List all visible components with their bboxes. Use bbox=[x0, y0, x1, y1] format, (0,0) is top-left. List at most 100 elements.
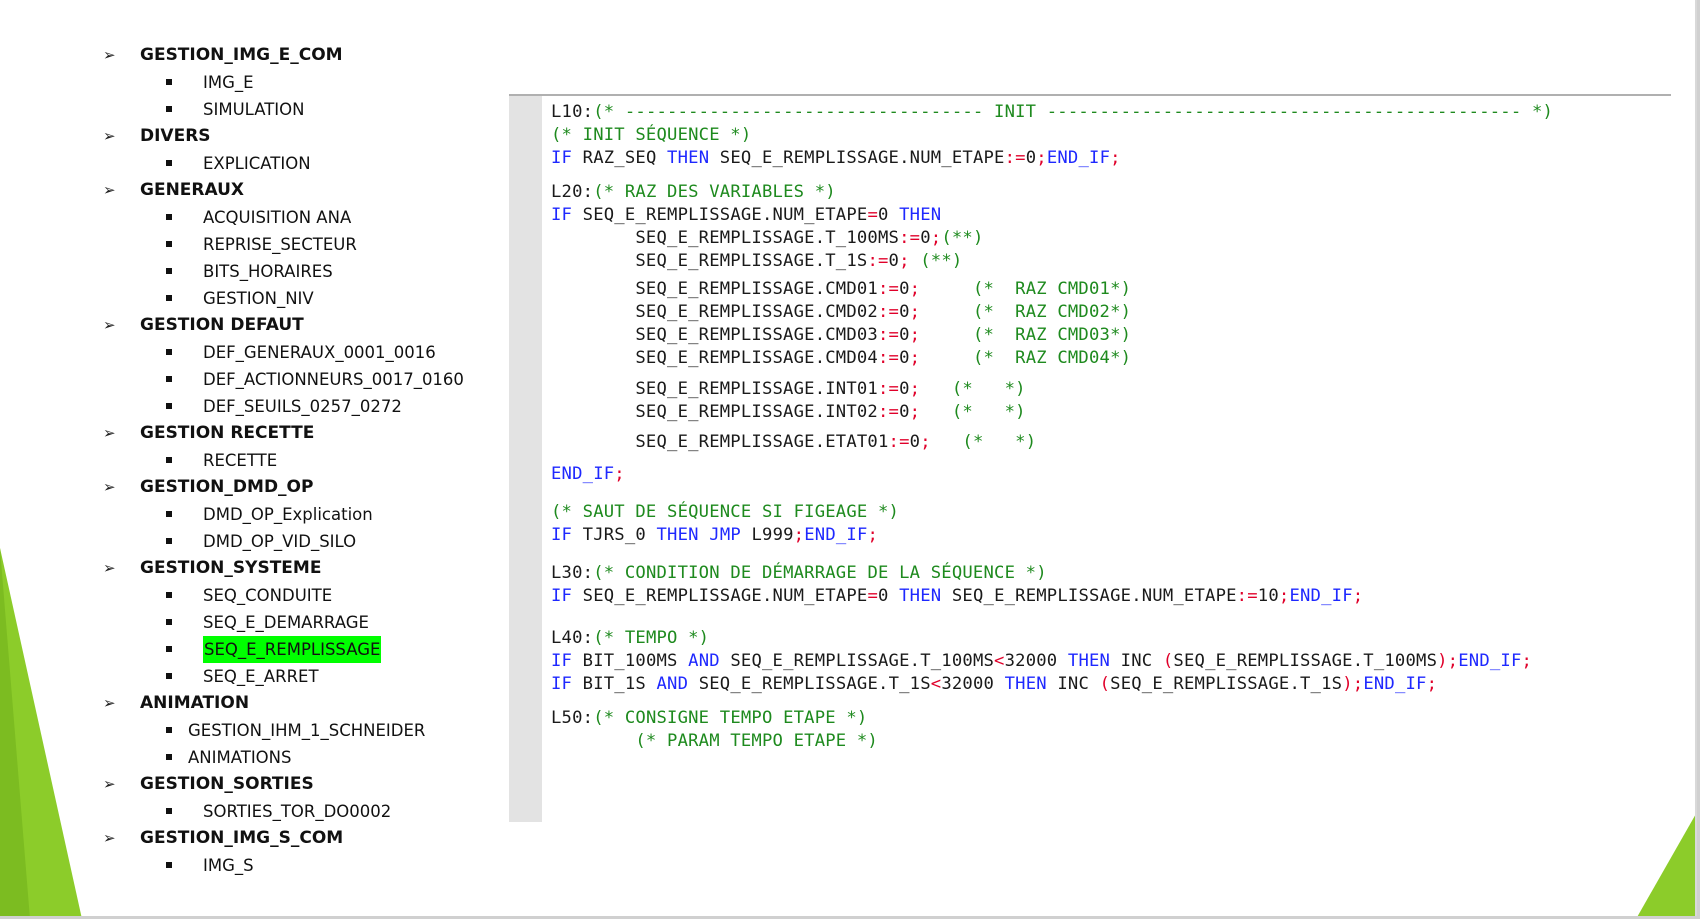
code-operator: < bbox=[930, 674, 942, 694]
outline-group[interactable]: ➢ ANIMATION bbox=[100, 690, 500, 717]
outline-item-label: RECETTE bbox=[203, 451, 278, 470]
code-line[interactable]: (* INIT SÉQUENCE *) bbox=[551, 123, 751, 147]
code-operator: ; bbox=[793, 525, 805, 545]
code-operator: ; bbox=[909, 402, 921, 422]
outline-item[interactable]: ANIMATIONS bbox=[100, 744, 500, 771]
code-line[interactable]: (* PARAM TEMPO ETAPE *) bbox=[551, 729, 878, 753]
code-line[interactable]: SEQ_E_REMPLISSAGE.T_100MS:=0;(**) bbox=[551, 226, 984, 250]
outline-item-label: DEF_GENERAUX_0001_0016 bbox=[203, 343, 436, 362]
code-keyword: END_IF bbox=[1363, 674, 1427, 694]
code-line[interactable]: L40:(* TEMPO *) bbox=[551, 626, 709, 650]
outline-item[interactable]: RECETTE bbox=[100, 447, 500, 474]
outline-item[interactable]: REPRISE_SECTEUR bbox=[100, 231, 500, 258]
outline-item[interactable]: IMG_S bbox=[100, 852, 500, 879]
outline-item[interactable]: SEQ_E_REMPLISSAGE bbox=[100, 636, 500, 663]
code-operator: := bbox=[877, 348, 900, 368]
code-operator: ; bbox=[1352, 586, 1364, 606]
code-line[interactable]: SEQ_E_REMPLISSAGE.CMD01:=0; (* RAZ CMD01… bbox=[551, 277, 1131, 301]
code-line[interactable]: SEQ_E_REMPLISSAGE.CMD03:=0; (* RAZ CMD03… bbox=[551, 323, 1131, 347]
arrow-bullet-icon: ➢ bbox=[103, 316, 116, 334]
outline-group[interactable]: ➢ DIVERS bbox=[100, 123, 500, 150]
outline-group[interactable]: ➢ GESTION_IMG_S_COM bbox=[100, 825, 500, 852]
outline-item[interactable]: SEQ_E_ARRET bbox=[100, 663, 500, 690]
code-line[interactable]: SEQ_E_REMPLISSAGE.CMD02:=0; (* RAZ CMD02… bbox=[551, 300, 1131, 324]
outline-group[interactable]: ➢ GESTION DEFAUT bbox=[100, 312, 500, 339]
code-label: L50: bbox=[551, 708, 594, 728]
arrow-bullet-icon: ➢ bbox=[103, 829, 116, 847]
outline-item-label: EXPLICATION bbox=[203, 154, 311, 173]
code-text: SEQ_E_REMPLISSAGE.T_100MS bbox=[719, 651, 995, 671]
code-line[interactable]: IF SEQ_E_REMPLISSAGE.NUM_ETAPE=0 THEN bbox=[551, 203, 941, 227]
code-operator: := bbox=[867, 251, 889, 271]
square-bullet-icon bbox=[166, 727, 172, 733]
code-keyword: IF bbox=[551, 651, 573, 671]
outline-group-label: DIVERS bbox=[140, 126, 211, 146]
code-text: SEQ_E_REMPLISSAGE.T_1S bbox=[1110, 674, 1343, 694]
outline-item[interactable]: DEF_ACTIONNEURS_0017_0160 bbox=[100, 366, 500, 393]
outline-item[interactable]: ACQUISITION ANA bbox=[100, 204, 500, 231]
code-line[interactable]: IF SEQ_E_REMPLISSAGE.NUM_ETAPE=0 THEN SE… bbox=[551, 584, 1363, 608]
outline-group[interactable]: ➢ GESTION RECETTE bbox=[100, 420, 500, 447]
outline-group[interactable]: ➢ GENERAUX bbox=[100, 177, 500, 204]
code-line[interactable]: SEQ_E_REMPLISSAGE.ETAT01:=0; (* *) bbox=[551, 430, 1036, 454]
outline-group-label: ANIMATION bbox=[140, 693, 250, 713]
outline-item[interactable]: SORTIES_TOR_DO0002 bbox=[100, 798, 500, 825]
outline-item[interactable]: IMG_E bbox=[100, 69, 500, 96]
code-line[interactable]: SEQ_E_REMPLISSAGE.T_1S:=0; (**) bbox=[551, 249, 962, 273]
outline-group[interactable]: ➢ GESTION_SORTIES bbox=[100, 771, 500, 798]
outline-item[interactable]: DMD_OP_VID_SILO bbox=[100, 528, 500, 555]
square-bullet-icon bbox=[166, 106, 172, 112]
code-text: 0 bbox=[899, 279, 910, 299]
outline-item[interactable]: SIMULATION bbox=[100, 96, 500, 123]
outline-item[interactable]: SEQ_E_DEMARRAGE bbox=[100, 609, 500, 636]
code-line[interactable]: IF RAZ_SEQ THEN SEQ_E_REMPLISSAGE.NUM_ET… bbox=[551, 146, 1121, 170]
code-line[interactable]: IF TJRS_0 THEN JMP L999;END_IF; bbox=[551, 523, 878, 547]
square-bullet-icon bbox=[166, 673, 172, 679]
square-bullet-icon bbox=[166, 241, 172, 247]
outline-group-label: GESTION DEFAUT bbox=[140, 315, 304, 335]
code-comment: (* ---------------------------------- IN… bbox=[593, 102, 1554, 122]
code-text: SEQ_E_REMPLISSAGE.T_100MS bbox=[551, 228, 900, 248]
code-comment: (**) bbox=[909, 251, 963, 271]
code-label: L30: bbox=[551, 563, 594, 583]
code-line[interactable]: IF BIT_1S AND SEQ_E_REMPLISSAGE.T_1S<320… bbox=[551, 672, 1437, 696]
code-line[interactable]: SEQ_E_REMPLISSAGE.CMD04:=0; (* RAZ CMD04… bbox=[551, 346, 1131, 370]
code-keyword: THEN bbox=[899, 205, 942, 225]
outline-group[interactable]: ➢ GESTION_IMG_E_COM bbox=[100, 42, 500, 69]
code-comment: (* RAZ CMD01*) bbox=[920, 279, 1132, 299]
outline-item[interactable]: EXPLICATION bbox=[100, 150, 500, 177]
code-label: L40: bbox=[551, 628, 594, 648]
code-keyword: THEN bbox=[667, 148, 710, 168]
code-line[interactable]: SEQ_E_REMPLISSAGE.INT01:=0; (* *) bbox=[551, 377, 1026, 401]
code-text: SEQ_E_REMPLISSAGE.CMD04 bbox=[551, 348, 878, 368]
outline-group[interactable]: ➢ GESTION_DMD_OP bbox=[100, 474, 500, 501]
code-line[interactable]: L10:(* ---------------------------------… bbox=[551, 100, 1553, 124]
code-operator: ; bbox=[1278, 586, 1290, 606]
code-line[interactable]: SEQ_E_REMPLISSAGE.INT02:=0; (* *) bbox=[551, 400, 1026, 424]
code-line[interactable]: L20:(* RAZ DES VARIABLES *) bbox=[551, 180, 836, 204]
code-text: 0 bbox=[878, 205, 900, 225]
outline-group-label: GESTION_DMD_OP bbox=[140, 477, 314, 497]
code-line[interactable]: IF BIT_100MS AND SEQ_E_REMPLISSAGE.T_100… bbox=[551, 649, 1532, 673]
code-line[interactable]: L30:(* CONDITION DE DÉMARRAGE DE LA SÉQU… bbox=[551, 561, 1047, 585]
code-keyword: AND bbox=[656, 674, 689, 694]
code-keyword: IF bbox=[551, 205, 573, 225]
code-line[interactable]: L50:(* CONSIGNE TEMPO ETAPE *) bbox=[551, 706, 867, 730]
outline-item[interactable]: DEF_SEUILS_0257_0272 bbox=[100, 393, 500, 420]
code-text: 0 bbox=[909, 432, 921, 452]
outline-item[interactable]: DEF_GENERAUX_0001_0016 bbox=[100, 339, 500, 366]
outline-item[interactable]: SEQ_CONDUITE bbox=[100, 582, 500, 609]
code-line[interactable]: (* SAUT DE SÉQUENCE SI FIGEAGE *) bbox=[551, 500, 899, 524]
outline-item[interactable]: BITS_HORAIRES bbox=[100, 258, 500, 285]
code-keyword: IF bbox=[551, 586, 573, 606]
code-operator: < bbox=[994, 651, 1005, 671]
outline-item-label: ANIMATIONS bbox=[188, 748, 292, 767]
outline-item[interactable]: GESTION_IHM_1_SCHNEIDER bbox=[100, 717, 500, 744]
outline-group[interactable]: ➢ GESTION_SYSTEME bbox=[100, 555, 500, 582]
square-bullet-icon bbox=[166, 808, 172, 814]
code-line[interactable]: END_IF; bbox=[551, 462, 625, 486]
square-bullet-icon bbox=[166, 538, 172, 544]
outline-item[interactable]: GESTION_NIV bbox=[100, 285, 500, 312]
outline-item[interactable]: DMD_OP_Explication bbox=[100, 501, 500, 528]
code-editor-panel: L10:(* ---------------------------------… bbox=[509, 94, 1671, 822]
